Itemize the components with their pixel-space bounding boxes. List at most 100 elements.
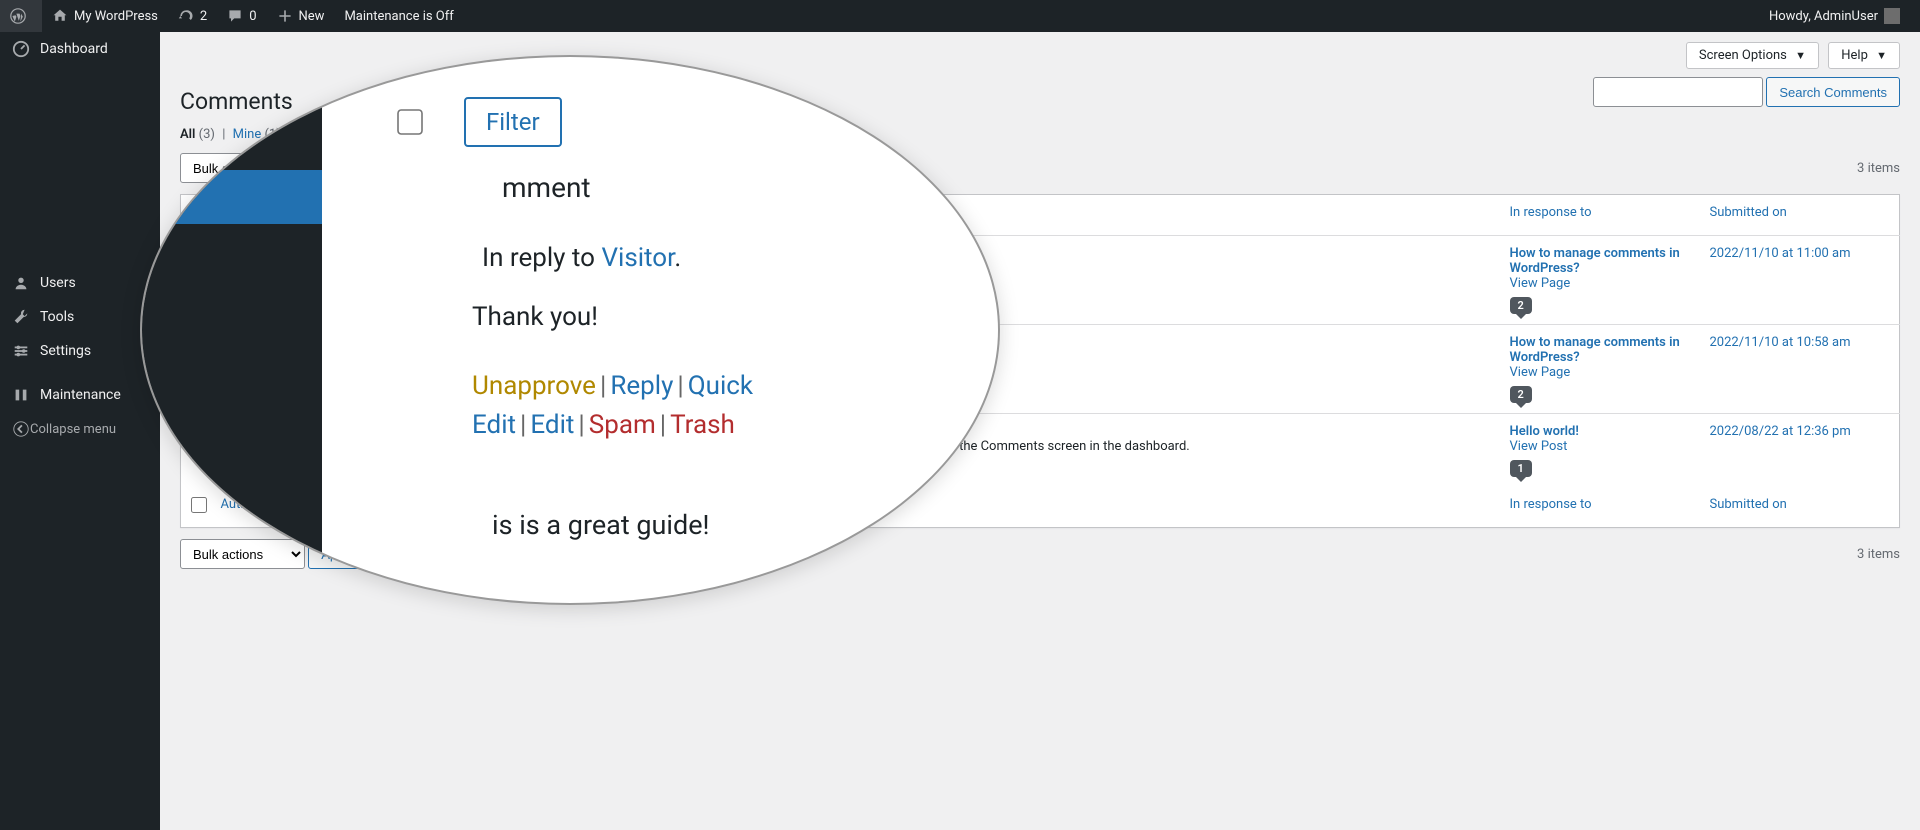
response-title[interactable]: How to manage comments in WordPress? bbox=[1510, 246, 1690, 276]
filter-links: All (3) | Mine (1) | Pending (0) | Appro… bbox=[180, 127, 1900, 142]
updates-link[interactable]: 2 bbox=[168, 0, 217, 32]
comments-link-top[interactable]: 0 bbox=[217, 0, 266, 32]
comment-count-bubble[interactable]: 2 bbox=[1510, 386, 1532, 403]
menu-settings[interactable]: Settings bbox=[0, 334, 160, 368]
row-checkbox[interactable] bbox=[191, 246, 207, 262]
maintenance-icon bbox=[12, 386, 30, 404]
comment-count-bubble[interactable]: 2 bbox=[1510, 297, 1532, 314]
maintenance-link[interactable]: Maintenance is Off bbox=[334, 0, 463, 32]
comments-table: Author Comment In response to Submitted … bbox=[180, 194, 1900, 528]
col-response-footer[interactable]: In response to bbox=[1510, 497, 1592, 512]
col-date-footer[interactable]: Submitted on bbox=[1710, 497, 1787, 512]
collapse-icon bbox=[12, 420, 30, 438]
bulk-actions-select[interactable]: Bulk actions bbox=[180, 153, 305, 183]
author-email[interactable]: wordpress.org bbox=[263, 441, 426, 456]
comment-body: Hi, this is a comment.To get started wit… bbox=[511, 414, 1500, 488]
site-name: My WordPress bbox=[74, 9, 158, 24]
comment-body bbox=[511, 325, 1500, 414]
comment-type-select[interactable]: All comment bbox=[377, 153, 503, 183]
filter-pending-count: (0) bbox=[349, 127, 365, 142]
screen-options-button[interactable]: Screen Options ▼ bbox=[1686, 42, 1819, 69]
menu-settings-label: Settings bbox=[40, 343, 91, 359]
col-response-header[interactable]: In response to bbox=[1510, 205, 1592, 220]
admin-sidebar: Dashboard Users Tools Settings Maintenan… bbox=[0, 32, 160, 830]
author-ip[interactable]: 87.118.135.129 bbox=[263, 367, 371, 382]
new-link[interactable]: New bbox=[267, 0, 335, 32]
users-icon bbox=[12, 274, 30, 292]
response-view[interactable]: View Page bbox=[1510, 365, 1690, 380]
row-checkbox[interactable] bbox=[191, 424, 207, 440]
comment-date[interactable]: 2022/11/10 at 11:00 am bbox=[1710, 246, 1851, 261]
filter-all[interactable]: All bbox=[180, 127, 195, 142]
new-label: New bbox=[299, 9, 325, 24]
author-email[interactable]: visitor@email.com bbox=[263, 352, 371, 367]
chevron-down-icon: ▼ bbox=[1876, 49, 1887, 62]
chevron-down-icon: ▼ bbox=[1795, 49, 1806, 62]
menu-users-label: Users bbox=[40, 275, 76, 291]
collapse-label: Collapse menu bbox=[30, 422, 116, 437]
apply-button-bottom[interactable]: Apply bbox=[308, 539, 367, 569]
comment-count-bubble[interactable]: 1 bbox=[1510, 460, 1532, 477]
author-name: AdminUser bbox=[263, 246, 402, 261]
filter-mine-count: (1) bbox=[264, 127, 280, 142]
update-icon bbox=[178, 8, 194, 24]
screen-options-label: Screen Options bbox=[1699, 48, 1787, 63]
howdy-link[interactable]: Howdy, AdminUser bbox=[1759, 0, 1910, 32]
search-input[interactable] bbox=[1593, 77, 1763, 107]
author-email[interactable]: admin@mywebsite.com bbox=[263, 263, 402, 278]
site-name-link[interactable]: My WordPress bbox=[42, 0, 168, 32]
response-title[interactable]: Hello world! bbox=[1510, 424, 1690, 439]
col-comment-footer: Comment bbox=[511, 487, 1500, 528]
author-name: Visitor bbox=[263, 335, 371, 350]
row-checkbox[interactable] bbox=[191, 335, 207, 351]
maintenance-label: Maintenance is Off bbox=[344, 9, 453, 24]
menu-tools[interactable]: Tools bbox=[0, 300, 160, 334]
dashboard-icon bbox=[12, 40, 30, 58]
col-date-header[interactable]: Submitted on bbox=[1710, 205, 1787, 220]
menu-maintenance[interactable]: Maintenance bbox=[0, 378, 160, 412]
comment-date[interactable]: 2022/11/10 at 10:58 am bbox=[1710, 335, 1851, 350]
select-all-bottom[interactable] bbox=[191, 497, 207, 513]
filter-all-count: (3) bbox=[199, 127, 215, 142]
plus-icon bbox=[277, 8, 293, 24]
help-label: Help bbox=[1841, 48, 1868, 63]
admin-bar: My WordPress 2 0 New Maintenance is Off … bbox=[0, 0, 1920, 32]
select-all-top[interactable] bbox=[191, 205, 207, 221]
help-button[interactable]: Help ▼ bbox=[1828, 42, 1900, 69]
response-title[interactable]: How to manage comments in WordPress? bbox=[1510, 335, 1690, 365]
comment-icon bbox=[227, 8, 243, 24]
wp-logo[interactable] bbox=[0, 0, 42, 32]
collapse-menu[interactable]: Collapse menu bbox=[0, 412, 160, 446]
main-content: Screen Options ▼ Help ▼ Comments Search … bbox=[160, 32, 1920, 600]
items-count-top: 3 items bbox=[1857, 161, 1900, 176]
bulk-actions-select-bottom[interactable]: Bulk actions bbox=[180, 539, 305, 569]
menu-dashboard-label: Dashboard bbox=[40, 41, 108, 57]
tools-icon bbox=[12, 308, 30, 326]
comment-row: A WordPress Commenter wordpress.orgwapuu@… bbox=[181, 414, 1900, 488]
comment-row: Visitor visitor@email.com87.118.135.129 Ho… bbox=[181, 325, 1900, 414]
items-count-bottom: 3 items bbox=[1857, 547, 1900, 562]
response-view[interactable]: View Page bbox=[1510, 276, 1690, 291]
author-ip[interactable]: 87.118.135.129 bbox=[263, 278, 402, 293]
apply-button-top[interactable]: Apply bbox=[308, 153, 367, 183]
home-icon bbox=[52, 8, 68, 24]
author-name: A WordPress Commenter bbox=[263, 424, 426, 439]
menu-users[interactable]: Users bbox=[0, 266, 160, 300]
tablenav-bottom: Bulk actions Apply 3 items bbox=[180, 536, 1900, 572]
col-author-header[interactable]: Author bbox=[221, 205, 260, 220]
avatar bbox=[221, 246, 253, 278]
search-comments-button[interactable]: Search Comments bbox=[1766, 77, 1900, 107]
col-comment-header: Comment bbox=[511, 195, 1500, 236]
col-author-footer[interactable]: Author bbox=[221, 497, 260, 512]
menu-maintenance-label: Maintenance bbox=[40, 387, 121, 403]
filter-mine[interactable]: Mine bbox=[233, 127, 262, 142]
filter-pending[interactable]: Pending bbox=[298, 127, 345, 142]
comment-row: AdminUser admin@mywebsite.com87.118.135.1… bbox=[181, 236, 1900, 325]
author-ip[interactable]: wapuu@wordpress.example bbox=[263, 456, 426, 471]
menu-dashboard[interactable]: Dashboard bbox=[0, 32, 160, 66]
comment-date[interactable]: 2022/08/22 at 12:36 pm bbox=[1710, 424, 1851, 439]
wordpress-icon bbox=[10, 8, 26, 24]
response-view[interactable]: View Post bbox=[1510, 439, 1690, 454]
filter-approved[interactable]: Approved bbox=[383, 127, 438, 142]
comment-body bbox=[511, 236, 1500, 325]
